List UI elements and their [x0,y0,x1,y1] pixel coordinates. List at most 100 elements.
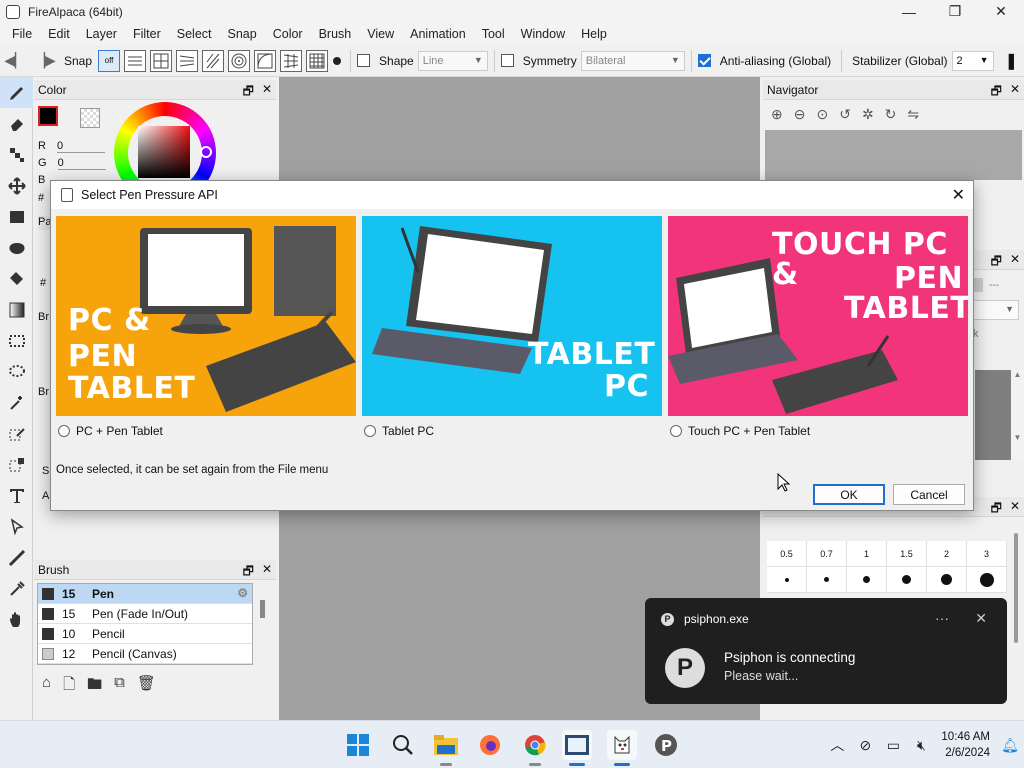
menu-file[interactable]: File [4,27,40,41]
brush-size-cell[interactable]: 3 [967,541,1007,567]
select-pen-icon[interactable] [0,418,33,449]
hue-handle[interactable] [200,146,212,158]
close-icon[interactable]: ✕ [952,185,965,205]
fill-tool-icon[interactable] [0,263,33,294]
hand-tool-icon[interactable] [0,604,33,635]
menu-animation[interactable]: Animation [402,27,474,41]
gradient-tool-icon[interactable] [0,294,33,325]
lasso-tool-icon[interactable] [0,356,33,387]
float-icon[interactable]: 🗗 [243,562,254,583]
select-eraser-icon[interactable] [0,449,33,480]
menu-window[interactable]: Window [513,27,573,41]
gear-icon[interactable]: ⚙ [237,586,248,600]
toast-notification[interactable]: P psiphon.exe ··· ✕ P Psiphon is connect… [645,598,1007,704]
brush-tool-icon[interactable] [0,77,33,108]
dot-tool-icon[interactable] [0,139,33,170]
float-icon[interactable]: 🗗 [991,82,1002,103]
menu-layer[interactable]: Layer [78,27,125,41]
menu-select[interactable]: Select [169,27,220,41]
brush-size-cell[interactable] [887,567,927,593]
brush-size-cell[interactable] [807,567,847,593]
snap-cross-icon[interactable] [150,49,173,72]
rotate-right-icon[interactable]: ↻ [885,106,897,123]
magic-wand-icon[interactable] [0,387,33,418]
brush-size-scrollbar[interactable] [1014,533,1018,643]
brush-size-cell[interactable] [967,567,1007,593]
zoom-in-icon[interactable]: ⊕ [771,106,783,123]
brush-size-cell[interactable]: 2 [927,541,967,567]
undo-icon[interactable]: ◀︎▏ [0,46,30,76]
snap-circle-icon[interactable] [228,49,251,72]
brush-store-icon[interactable]: ⌂ [42,674,51,699]
volume-muted-icon[interactable]: 🔇︎ [907,721,935,768]
firefox-icon[interactable] [475,730,505,760]
brush-item-pencil[interactable]: 10 Pencil [38,624,252,644]
brush-item-pen[interactable]: 15 Pen ⚙ [38,584,252,604]
menu-edit[interactable]: Edit [40,27,78,41]
notification-bell-icon[interactable]: 🔔︎ [996,721,1024,768]
chrome-icon[interactable] [520,730,550,766]
radio-button[interactable] [670,425,682,437]
network-off-icon[interactable]: ⊘ [851,721,879,768]
psiphon-taskbar-icon[interactable]: P [651,730,681,760]
app-window-icon[interactable] [562,730,592,766]
folder-icon[interactable]: 🖿 [87,674,102,699]
close-icon[interactable]: ✕ [975,610,987,627]
menu-filter[interactable]: Filter [125,27,169,41]
layer-opacity-field[interactable]: --- [989,280,999,291]
display-icon[interactable]: ▭ [879,721,907,768]
firealpaca-taskbar-icon[interactable] [607,730,637,766]
divide-tool-icon[interactable] [0,542,33,573]
move-tool-icon[interactable] [0,170,33,201]
ok-button[interactable]: OK [813,484,885,505]
search-icon[interactable] [388,730,418,760]
symmetry-checkbox[interactable] [500,54,514,67]
radio-button[interactable] [364,425,376,437]
option-touch-pc-pen-tablet-image[interactable]: TOUCH PC & PEN TABLET [668,216,968,416]
new-brush-icon[interactable]: 🗋 [63,674,75,699]
more-options-icon[interactable]: ··· [935,610,949,626]
minimize-button[interactable]: — [886,0,932,23]
brush-item-pen-fade[interactable]: 15 Pen (Fade In/Out) [38,604,252,624]
brush-size-cell[interactable] [767,567,807,593]
eyedropper-icon[interactable] [0,573,33,604]
redo-icon[interactable]: ▕▶︎ [30,46,60,76]
rectangle-tool-icon[interactable] [0,201,33,232]
snap-off-button[interactable]: off [98,49,121,72]
snap-curve-icon[interactable] [254,49,277,72]
g-input[interactable]: 0 [57,157,106,170]
delete-brush-icon[interactable]: 🗑 [137,674,156,699]
zoom-out-icon[interactable]: ⊖ [794,106,806,123]
chevron-up-icon[interactable]: ︿ [823,721,851,768]
stabilizer-select[interactable]: 2 ▼ [951,50,994,71]
r-input[interactable]: 0 [57,140,106,153]
close-icon[interactable]: ✕ [1010,82,1020,103]
select-tool-icon[interactable] [0,325,33,356]
close-window-button[interactable]: ✕ [978,0,1024,23]
menu-view[interactable]: View [359,27,402,41]
eraser-tool-icon[interactable] [0,108,33,139]
close-icon[interactable]: ✕ [1010,252,1020,273]
snap-vanish1-icon[interactable] [176,49,199,72]
layer-scrollbar[interactable]: ▲ ▼ [1011,370,1024,460]
brush-size-cell[interactable] [927,567,967,593]
flip-icon[interactable]: ⇋ [907,106,919,123]
close-icon[interactable]: ✕ [262,82,272,103]
menu-help[interactable]: Help [573,27,615,41]
option-pc-pen-tablet-image[interactable]: PC & PEN TABLET [56,216,356,416]
saturation-square[interactable] [138,126,190,178]
brush-size-cell[interactable]: 1.5 [887,541,927,567]
antialias-checkbox[interactable] [697,54,711,67]
menu-tool[interactable]: Tool [474,27,513,41]
brush-size-cell[interactable]: 0.5 [767,541,807,567]
menu-snap[interactable]: Snap [220,27,265,41]
text-tool-icon[interactable] [0,480,33,511]
menu-brush[interactable]: Brush [311,27,360,41]
brush-size-cell[interactable] [847,567,887,593]
navigator-preview[interactable] [765,130,1022,180]
file-explorer-icon[interactable] [431,730,461,766]
option-tablet-pc-image[interactable]: TABLET PC [362,216,662,416]
snap-dot-icon[interactable] [330,56,344,65]
snap-3d-icon[interactable] [280,49,303,72]
radio-button[interactable] [58,425,70,437]
